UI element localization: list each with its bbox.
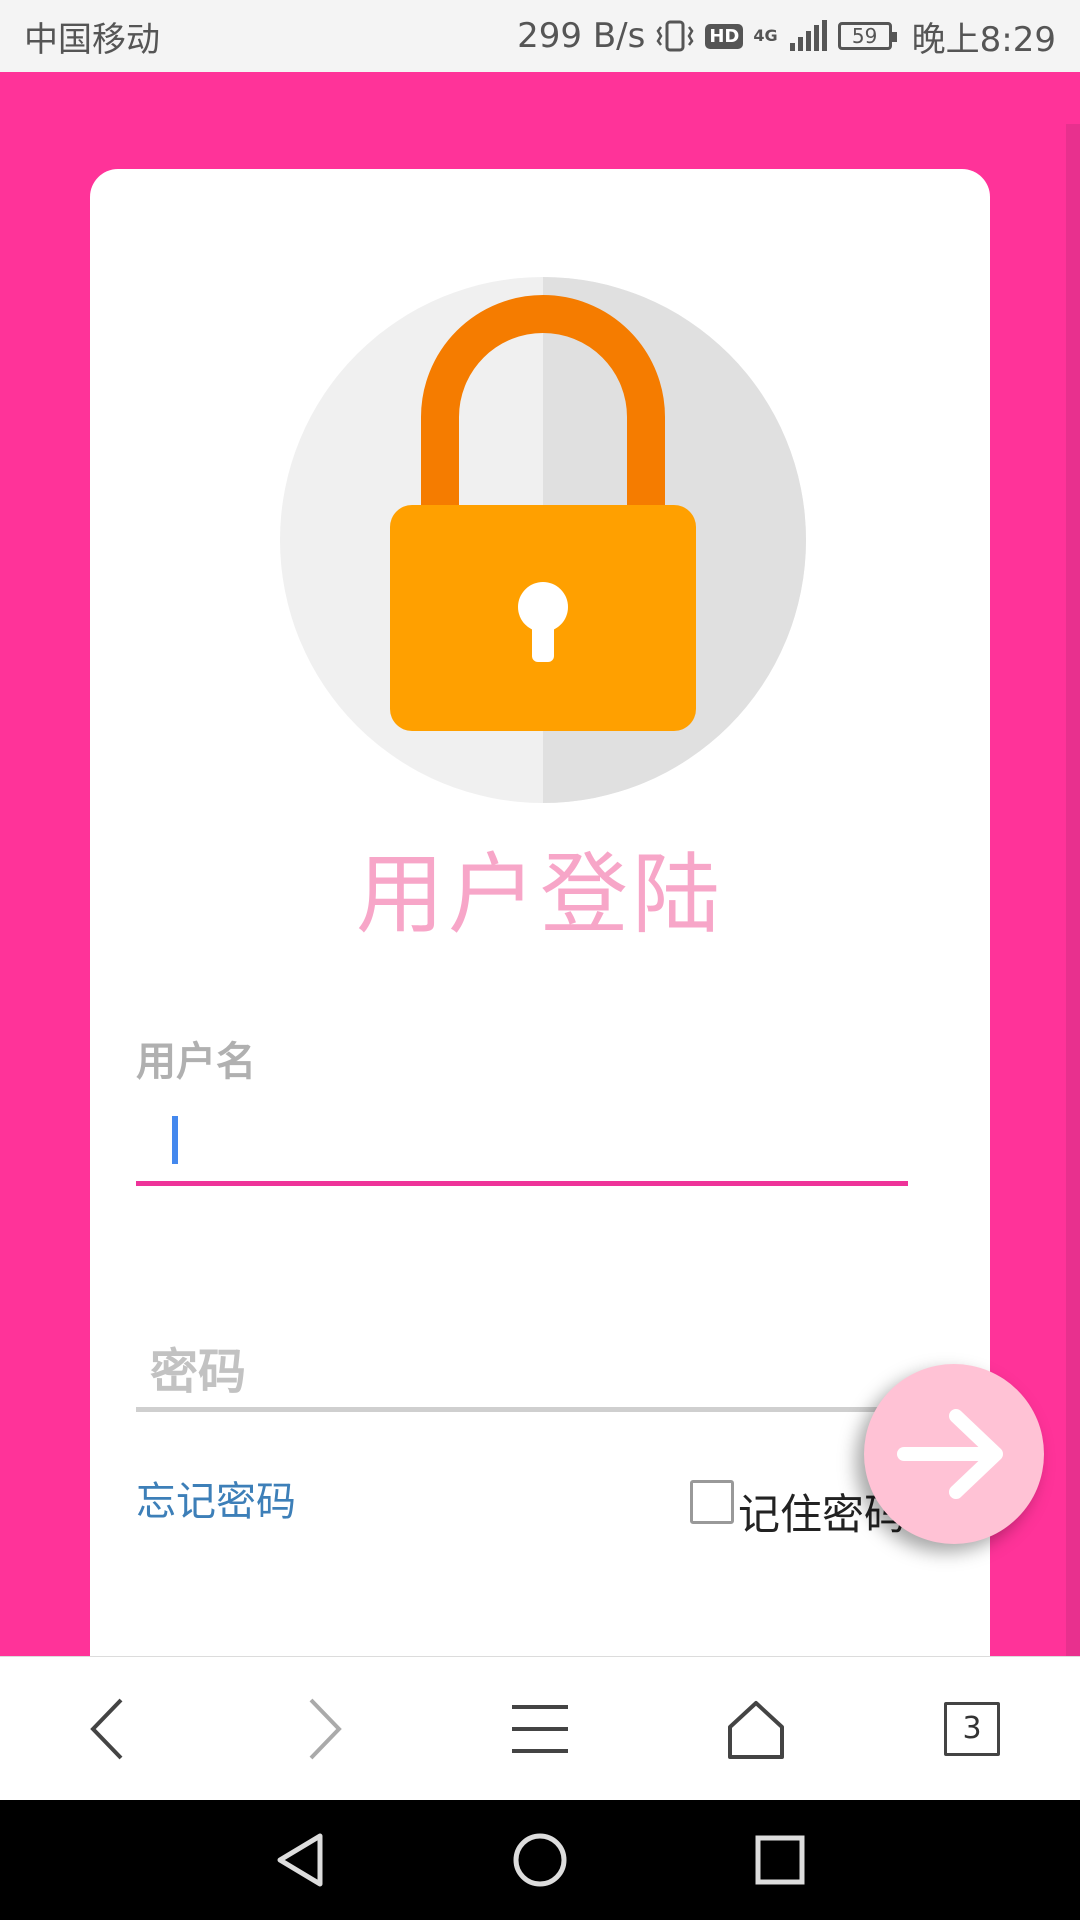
status-bar: 中国移动 299 B/s HD 4G 59 晚上8:29 [0, 0, 1080, 72]
carrier-name: 中国移动 [24, 19, 160, 60]
username-input[interactable] [136, 1104, 908, 1186]
menu-button[interactable] [480, 1669, 600, 1789]
nav-home-button[interactable] [495, 1815, 585, 1905]
page-edge-shadow [1066, 124, 1080, 1656]
remember-password-checkbox[interactable] [690, 1479, 734, 1524]
login-submit-button[interactable] [864, 1364, 1044, 1544]
password-placeholder: 密码 [150, 1343, 247, 1400]
nav-recent-button[interactable] [735, 1815, 825, 1905]
nav-back-button[interactable] [255, 1815, 345, 1905]
network-type: 4G [753, 26, 778, 45]
chevron-left-icon [90, 1698, 123, 1759]
circle-home-icon [513, 1833, 567, 1887]
page-title: 用户登陆 [355, 843, 724, 946]
signal-bars-icon [788, 19, 828, 53]
vibrate-icon [655, 19, 695, 53]
page-content: 用户登陆 用户名 密码 忘记密码 记住密码 [0, 72, 1080, 1656]
hd-badge: HD [705, 23, 744, 49]
status-indicators: 299 B/s HD 4G 59 晚上8:29 [517, 12, 1056, 61]
hamburger-menu-icon [512, 1704, 568, 1753]
text-caret [172, 1116, 178, 1164]
home-button[interactable] [696, 1669, 816, 1789]
home-icon [728, 1700, 784, 1759]
back-button[interactable] [48, 1669, 168, 1789]
forward-button[interactable] [264, 1669, 384, 1789]
square-recent-icon [755, 1835, 805, 1885]
lock-avatar [280, 277, 806, 803]
system-navigation-bar [0, 1800, 1080, 1920]
arrow-right-icon [897, 1409, 1003, 1499]
password-input[interactable]: 密码 [136, 1326, 908, 1412]
padlock-icon [390, 295, 696, 731]
login-card: 用户登陆 用户名 密码 忘记密码 记住密码 [90, 169, 990, 1656]
battery-indicator: 59 [837, 22, 897, 50]
triangle-back-icon [277, 1833, 323, 1887]
chevron-right-icon [309, 1698, 342, 1759]
forgot-password-link[interactable]: 忘记密码 [136, 1469, 296, 1527]
username-label: 用户名 [136, 1039, 256, 1085]
clock: 晚上8:29 [911, 19, 1056, 60]
tab-count: 3 [944, 1701, 1000, 1756]
net-speed: 299 B/s [517, 16, 646, 56]
browser-toolbar: 3 [0, 1656, 1080, 1800]
tabs-button[interactable]: 3 [912, 1669, 1032, 1789]
